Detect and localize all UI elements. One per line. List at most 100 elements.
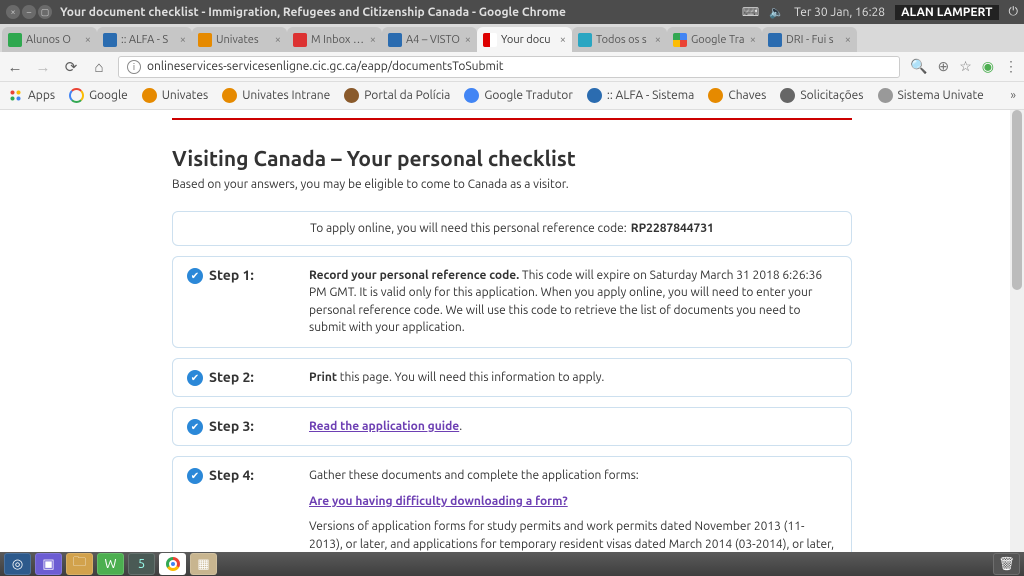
dock-app-7[interactable]: ▦ — [190, 553, 217, 575]
close-icon[interactable]: × — [6, 5, 20, 19]
page-title: Visiting Canada – Your personal checklis… — [172, 146, 852, 170]
bookmark-item[interactable]: Portal da Polícia — [344, 88, 450, 103]
application-guide-link[interactable]: Read the application guide — [309, 420, 459, 433]
ref-code: RP2287844731 — [631, 222, 714, 235]
favicon — [293, 33, 307, 47]
favicon — [388, 33, 402, 47]
step-label: Step 2: — [209, 369, 254, 385]
address-bar[interactable]: i onlineservices-servicesenligne.cic.gc.… — [118, 56, 900, 78]
bookmark-item[interactable]: Chaves — [708, 88, 766, 103]
download-help-link[interactable]: Are you having difficulty downloading a … — [309, 495, 568, 508]
dock-app-5[interactable]: 5 — [128, 553, 155, 575]
close-icon[interactable]: × — [465, 34, 471, 46]
check-icon: ✔ — [187, 468, 203, 484]
minimize-icon[interactable]: – — [22, 5, 36, 19]
dock-app-1[interactable]: ◎ — [4, 553, 31, 575]
dock-app-4[interactable]: W — [97, 553, 124, 575]
page-subtitle: Based on your answers, you may be eligib… — [172, 178, 852, 191]
close-icon[interactable]: × — [750, 34, 756, 46]
close-icon[interactable]: × — [275, 34, 281, 46]
dock-trash[interactable]: 🗑 — [993, 553, 1020, 575]
maximize-icon[interactable]: ▢ — [38, 5, 52, 19]
browser-tab[interactable]: M Inbox - al × — [287, 27, 382, 52]
search-icon[interactable]: 🔍 — [910, 58, 927, 75]
keyboard-icon[interactable]: ⌨ — [742, 5, 759, 19]
bookmark-item[interactable]: Univates Intrane — [222, 88, 330, 103]
url-text: onlineservices-servicesenligne.cic.gc.ca… — [147, 60, 504, 73]
browser-tab[interactable]: Univates × — [192, 27, 287, 52]
browser-tab[interactable]: Google Tra × — [667, 27, 762, 52]
step-label: Step 3: — [209, 418, 254, 434]
close-icon[interactable]: × — [370, 34, 376, 46]
step-4-line2: Versions of application forms for study … — [309, 518, 837, 552]
browser-tab[interactable]: A4 – VISTO × — [382, 27, 477, 52]
site-info-icon[interactable]: i — [127, 60, 141, 74]
star-icon[interactable]: ☆ — [959, 58, 972, 75]
menu-icon[interactable]: ⋮ — [1004, 58, 1018, 75]
check-icon: ✔ — [187, 419, 203, 435]
scrollbar[interactable] — [1010, 110, 1024, 552]
favicon — [768, 33, 782, 47]
bookmark-icon — [222, 88, 237, 103]
clock[interactable]: Ter 30 Jan, 16:28 — [794, 6, 885, 19]
check-icon: ✔ — [187, 370, 203, 386]
dock-files[interactable]: 🗀 — [66, 553, 93, 575]
bookmark-item[interactable]: Apps — [8, 88, 55, 103]
step-label: Step 1: — [209, 267, 254, 283]
profile-icon[interactable]: ◉ — [982, 58, 994, 75]
bookmark-item[interactable]: Solicitações — [780, 88, 863, 103]
close-icon[interactable]: × — [85, 34, 91, 46]
step-4-line1: Gather these documents and complete the … — [309, 467, 837, 484]
bookmark-icon — [780, 88, 795, 103]
bookmark-label: Google — [89, 89, 128, 102]
browser-tab[interactable]: Your docu× — [477, 27, 572, 52]
ref-intro: To apply online, you will need this pers… — [310, 222, 627, 235]
browser-tab[interactable]: :: ALFA - S × — [97, 27, 192, 52]
zoom-icon[interactable]: ⊕ — [937, 58, 949, 75]
close-icon[interactable]: × — [180, 34, 186, 46]
browser-tab[interactable]: Todos os s× — [572, 27, 667, 52]
reload-icon[interactable]: ⟳ — [62, 58, 80, 76]
window-title: Your document checklist - Immigration, R… — [60, 6, 566, 19]
home-icon[interactable]: ⌂ — [90, 58, 108, 76]
os-top-bar: × – ▢ Your document checklist - Immigrat… — [0, 0, 1024, 24]
back-icon[interactable]: ← — [6, 58, 24, 76]
favicon — [673, 33, 687, 47]
browser-toolbar: ← → ⟳ ⌂ i onlineservices-servicesenligne… — [0, 52, 1024, 82]
scrollbar-thumb[interactable] — [1012, 110, 1022, 290]
tab-label: Univates — [216, 34, 259, 46]
bookmark-item[interactable]: Univates — [142, 88, 208, 103]
tab-label: :: ALFA - S — [121, 34, 168, 46]
close-icon[interactable]: × — [655, 34, 661, 46]
browser-tab[interactable]: DRI - Fui s× — [762, 27, 857, 52]
bookmark-icon — [587, 88, 602, 103]
tab-label: Google Tra — [691, 34, 745, 46]
bookmark-item[interactable]: Google Tradutor — [464, 88, 573, 103]
bookmarks-bar: Apps Google Univates Univates Intrane Portal… — [0, 82, 1024, 110]
close-icon[interactable]: × — [845, 34, 851, 46]
bookmark-icon — [878, 88, 893, 103]
bookmark-item[interactable]: :: ALFA - Sistema — [587, 88, 694, 103]
dock-chrome[interactable] — [159, 553, 186, 575]
volume-icon[interactable]: 🔈 — [769, 5, 784, 19]
tab-label: A4 – VISTO — [406, 34, 460, 46]
bookmark-label: Univates Intrane — [242, 89, 330, 102]
bookmark-label: Univates — [162, 89, 208, 102]
dock-app-2[interactable]: ▣ — [35, 553, 62, 575]
browser-tab[interactable]: Alunos O× — [2, 27, 97, 52]
system-tray: ⌨ 🔈 Ter 30 Jan, 16:28 ALAN LAMPERT ⏻ — [742, 5, 1018, 20]
bookmark-label: Sistema Univate — [898, 89, 984, 102]
divider — [172, 118, 852, 120]
bookmark-label: Portal da Polícia — [364, 89, 450, 102]
close-icon[interactable]: × — [560, 34, 566, 46]
tab-label: M Inbox - al — [311, 34, 366, 46]
bookmark-item[interactable]: Sistema Univate — [878, 88, 984, 103]
step-label: Step 4: — [209, 467, 254, 483]
user-indicator[interactable]: ALAN LAMPERT — [895, 5, 998, 20]
power-icon[interactable]: ⏻ — [1009, 5, 1019, 19]
bookmark-icon — [69, 88, 84, 103]
bookmark-item[interactable]: Google — [69, 88, 128, 103]
window-controls: × – ▢ — [6, 5, 52, 19]
bookmarks-overflow-icon[interactable]: » — [1010, 89, 1016, 102]
bookmark-label: Chaves — [728, 89, 766, 102]
